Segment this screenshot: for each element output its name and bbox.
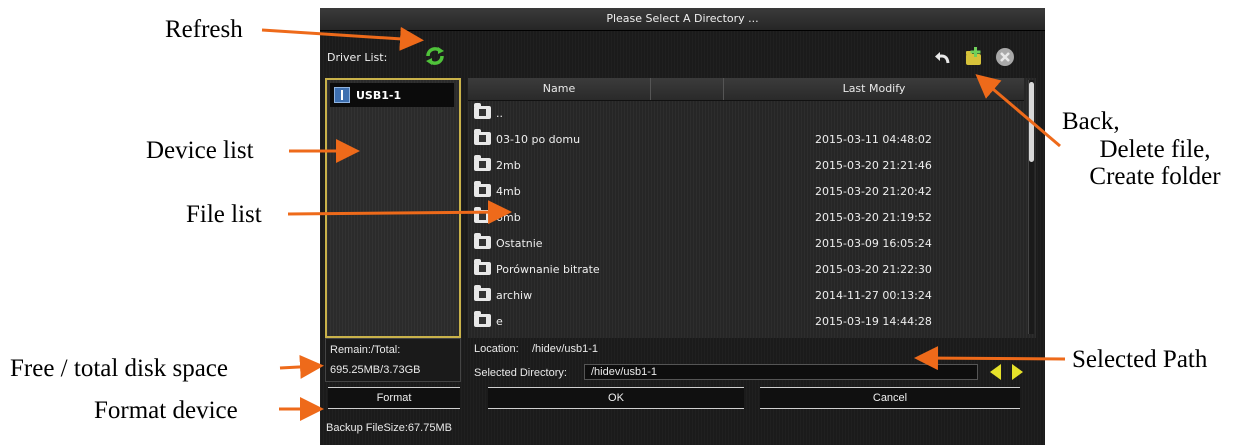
dialog-bottom-area: Remain:/Total: 695.25MB/3.73GB Location:… [320, 0, 1045, 445]
ok-button[interactable]: OK [488, 387, 744, 409]
annotation-refresh: Refresh [165, 16, 243, 43]
cancel-button[interactable]: Cancel [760, 387, 1020, 409]
selected-directory-field[interactable]: /hidev/usb1-1 [584, 364, 978, 380]
annotation-free-total: Free / total disk space [10, 355, 228, 382]
annotation-back: Back, [1062, 108, 1120, 135]
location-value: /hidev/usb1-1 [532, 343, 599, 355]
annotation-delete: Delete file, [1099, 135, 1211, 163]
annotation-file-list: File list [186, 201, 262, 228]
annotation-selected-path: Selected Path [1072, 346, 1208, 373]
selected-directory-label: Selected Directory: [474, 367, 567, 379]
arrow-disk-space [279, 354, 324, 379]
format-button[interactable]: Format [328, 387, 460, 409]
location-label: Location: [474, 343, 519, 355]
remain-value: 695.25MB/3.73GB [330, 364, 421, 376]
arrow-right-icon[interactable] [1012, 364, 1023, 380]
selected-directory-value: /hidev/usb1-1 [591, 366, 658, 378]
annotation-format-device: Format device [94, 397, 238, 424]
remain-label: Remain:/Total: [330, 344, 401, 356]
backup-file-size: Backup FileSize:67.75MB [326, 422, 452, 434]
annotation-create-folder: Create folder [1089, 163, 1221, 190]
annotation-toolbar: Back, Delete file, Create folder [1060, 108, 1250, 191]
arrow-left-icon[interactable] [990, 364, 1001, 380]
disk-space-box: Remain:/Total: 695.25MB/3.73GB [325, 338, 461, 382]
annotation-device-list: Device list [146, 137, 254, 164]
